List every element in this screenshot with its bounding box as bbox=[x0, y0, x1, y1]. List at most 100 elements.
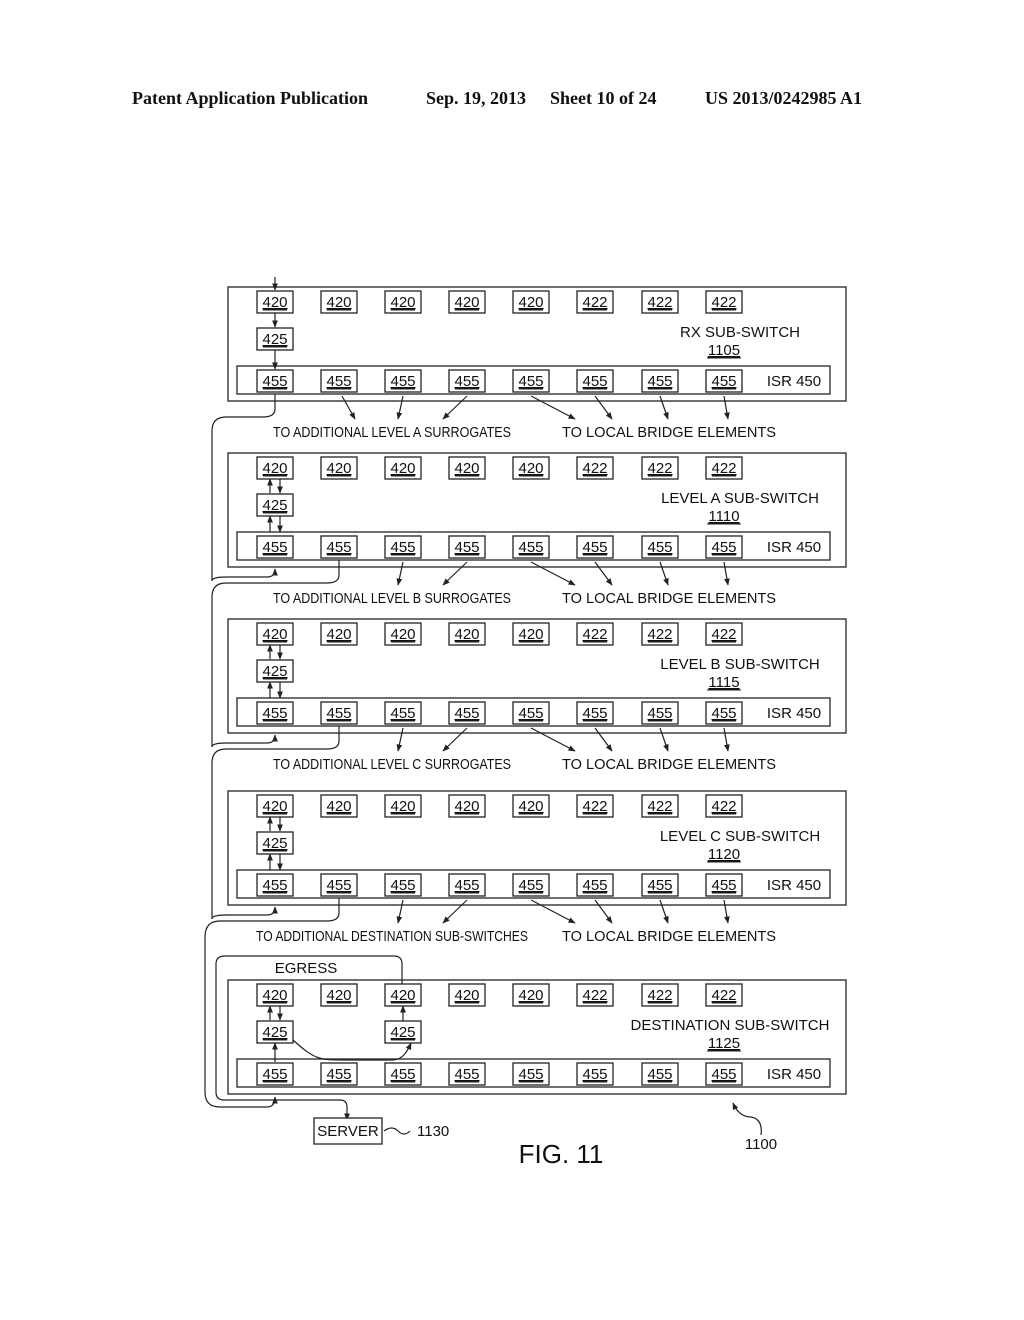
surrogate-box-425-label: 425 bbox=[262, 331, 287, 348]
fanout-arrow bbox=[396, 395, 404, 420]
port-box-422-label: 422 bbox=[711, 460, 736, 477]
isr-port-box-455-label: 455 bbox=[711, 1066, 736, 1083]
isr-port-box-455-label: 455 bbox=[454, 373, 479, 390]
note-surrogates: TO ADDITIONAL LEVEL C SURROGATES bbox=[273, 756, 511, 773]
port-box-420: 420 bbox=[256, 794, 294, 818]
port-box-420-label: 420 bbox=[454, 798, 479, 815]
isr-port-box-455: 455 bbox=[320, 873, 358, 897]
isr-port-box-455: 455 bbox=[512, 535, 550, 559]
fanout-arrow bbox=[530, 727, 576, 752]
port-box-422-label: 422 bbox=[647, 798, 672, 815]
server-leader bbox=[383, 1127, 411, 1135]
port-box-420: 420 bbox=[448, 622, 486, 646]
isr-port-box-455-label: 455 bbox=[326, 1066, 351, 1083]
server-node: SERVER 1130 bbox=[313, 1117, 449, 1145]
port-box-420: 420 bbox=[448, 794, 486, 818]
isr-port-box-455: 455 bbox=[576, 535, 614, 559]
port-box-420-label: 420 bbox=[390, 798, 415, 815]
sub-switch-ref: 1105 bbox=[708, 342, 740, 359]
server-ref: 1130 bbox=[417, 1123, 449, 1140]
fanout-arrow bbox=[396, 561, 404, 586]
sub-switch-name: LEVEL B SUB-SWITCH bbox=[660, 656, 819, 673]
port-box-422-label: 422 bbox=[582, 798, 607, 815]
isr-port-box-455-label: 455 bbox=[647, 373, 672, 390]
port-box-420: 420 bbox=[448, 456, 486, 480]
isr-port-box-455: 455 bbox=[641, 535, 679, 559]
port-box-420: 420 bbox=[512, 983, 550, 1007]
port-box-422-label: 422 bbox=[711, 987, 736, 1004]
fanout-arrow bbox=[594, 395, 613, 420]
port-box-420-label: 420 bbox=[326, 460, 351, 477]
port-box-422: 422 bbox=[705, 456, 743, 480]
port-box-422-label: 422 bbox=[647, 987, 672, 1004]
sub-switch-name: RX SUB-SWITCH bbox=[680, 324, 800, 341]
isr-port-box-455: 455 bbox=[256, 369, 294, 393]
fanout-arrow bbox=[442, 395, 468, 420]
isr-port-box-455-label: 455 bbox=[262, 1066, 287, 1083]
sub-switch-name: LEVEL C SUB-SWITCH bbox=[660, 828, 820, 845]
port-box-420: 420 bbox=[256, 622, 294, 646]
port-box-420-label: 420 bbox=[518, 798, 543, 815]
isr-port-box-455-label: 455 bbox=[390, 1066, 415, 1083]
egress-label: EGRESS bbox=[275, 960, 338, 977]
isr-port-box-455-label: 455 bbox=[647, 705, 672, 722]
port-box-422: 422 bbox=[641, 290, 679, 314]
fanout-arrow bbox=[396, 727, 404, 752]
surrogate-box-425-label: 425 bbox=[262, 663, 287, 680]
isr-port-box-455-label: 455 bbox=[390, 373, 415, 390]
port-box-420-label: 420 bbox=[262, 987, 287, 1004]
port-box-420-label: 420 bbox=[454, 460, 479, 477]
port-box-422: 422 bbox=[641, 456, 679, 480]
isr-port-box-455-label: 455 bbox=[326, 705, 351, 722]
isr-port-box-455: 455 bbox=[448, 535, 486, 559]
surrogate-box-425: 425 bbox=[256, 327, 294, 351]
isr-port-box-455: 455 bbox=[576, 701, 614, 725]
surrogate-box-425: 425 bbox=[256, 493, 294, 517]
isr-port-box-455-label: 455 bbox=[518, 877, 543, 894]
port-box-422-label: 422 bbox=[647, 460, 672, 477]
surrogate-box-425-label: 425 bbox=[262, 1024, 287, 1041]
port-box-420: 420 bbox=[512, 456, 550, 480]
fanout-arrow bbox=[594, 561, 613, 586]
port-box-420: 420 bbox=[320, 456, 358, 480]
isr-port-box-455: 455 bbox=[705, 535, 743, 559]
isr-port-box-455-label: 455 bbox=[582, 539, 607, 556]
fanout-arrow bbox=[530, 395, 576, 420]
fanout-arrow bbox=[659, 561, 669, 586]
isr-port-box-455: 455 bbox=[576, 369, 614, 393]
figure-ref-leader bbox=[732, 1102, 762, 1136]
fanout-arrow bbox=[659, 899, 669, 924]
fanout-arrow bbox=[396, 899, 404, 924]
port-box-420-label: 420 bbox=[518, 460, 543, 477]
port-box-420: 420 bbox=[512, 622, 550, 646]
isr-port-box-455-label: 455 bbox=[262, 539, 287, 556]
isr-port-box-455-label: 455 bbox=[326, 373, 351, 390]
sub-switch-ref: 1110 bbox=[708, 508, 739, 525]
sub-switch-ref: 1125 bbox=[708, 1035, 740, 1052]
isr-port-box-455: 455 bbox=[384, 535, 422, 559]
port-box-420-label: 420 bbox=[454, 987, 479, 1004]
fanout-arrow bbox=[442, 561, 468, 586]
surrogate-box-425-label: 425 bbox=[262, 835, 287, 852]
port-box-420: 420 bbox=[512, 290, 550, 314]
surrogate-box-425-label: 425 bbox=[262, 497, 287, 514]
port-box-420: 420 bbox=[384, 794, 422, 818]
port-box-422-label: 422 bbox=[582, 987, 607, 1004]
isr-port-box-455-label: 455 bbox=[262, 373, 287, 390]
sub-switch-1115: 420 420 420 420 420 422 422 422 425 455 455 455 455 4… bbox=[227, 618, 847, 773]
port-box-422-label: 422 bbox=[711, 294, 736, 311]
port-box-422-label: 422 bbox=[711, 798, 736, 815]
port-box-420: 420 bbox=[448, 983, 486, 1007]
isr-port-box-455: 455 bbox=[448, 873, 486, 897]
port-box-422: 422 bbox=[705, 622, 743, 646]
isr-port-box-455-label: 455 bbox=[326, 539, 351, 556]
isr-port-box-455-label: 455 bbox=[711, 539, 736, 556]
isr-port-box-455-label: 455 bbox=[518, 1066, 543, 1083]
isr-port-box-455: 455 bbox=[705, 369, 743, 393]
note-surrogates: TO ADDITIONAL DESTINATION SUB-SWITCHES bbox=[256, 928, 528, 945]
port-box-420-label: 420 bbox=[518, 987, 543, 1004]
port-box-422-label: 422 bbox=[582, 294, 607, 311]
isr-port-box-455-label: 455 bbox=[711, 373, 736, 390]
fanout-arrow bbox=[659, 395, 669, 420]
fanout-arrow bbox=[530, 899, 576, 924]
